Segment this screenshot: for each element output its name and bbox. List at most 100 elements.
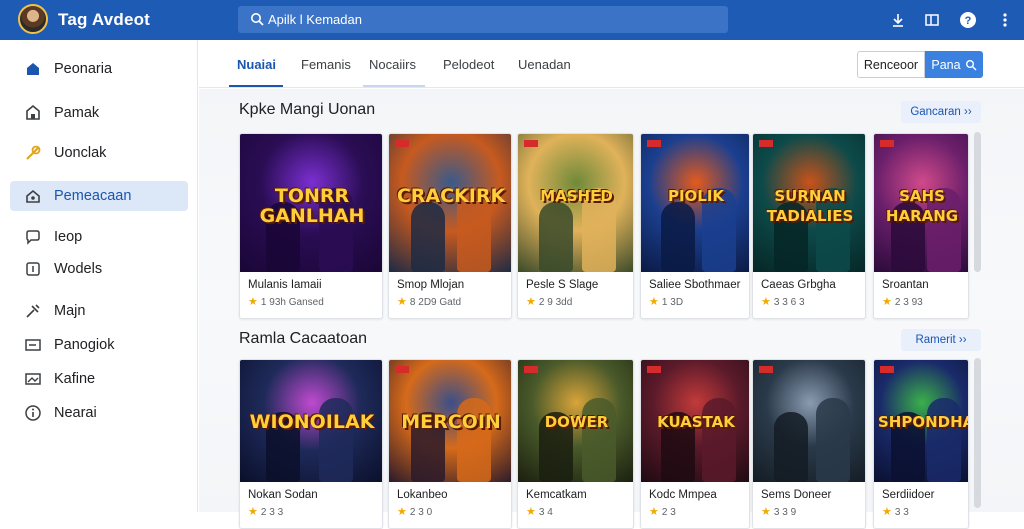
new-badge — [880, 366, 894, 373]
tab-uenadan[interactable]: Uenadan — [518, 57, 571, 72]
game-title[interactable]: Serdiidoer — [882, 489, 934, 501]
sidebar-item-panogiok[interactable]: Panogiok — [10, 330, 188, 360]
character-figure — [927, 398, 961, 482]
sidebar-item-label: Wodels — [54, 261, 103, 277]
game-thumbnail[interactable]: SHPONDHAK — [874, 360, 968, 482]
game-title[interactable]: Smop Mlojan — [397, 279, 464, 291]
help-icon[interactable]: ? — [959, 11, 977, 29]
game-card[interactable]: KUASTAK Kodc Mmpea ★ 2 3 — [640, 359, 750, 529]
new-badge — [880, 140, 894, 147]
game-logo-text: CRACKIRK — [396, 185, 506, 207]
sidebar-item-label: Majn — [54, 303, 86, 319]
star-icon: ★ — [649, 506, 662, 518]
game-card[interactable]: MERCOIN Lokanbeo ★ 2 3 0 — [388, 359, 512, 529]
see-more-link[interactable]: Gancaran ›› — [901, 101, 981, 123]
star-icon: ★ — [761, 296, 774, 308]
game-title[interactable]: Kemcatkam — [526, 489, 587, 501]
new-badge — [395, 366, 409, 373]
game-title[interactable]: Sems Doneer — [761, 489, 831, 501]
new-badge — [759, 140, 773, 147]
sidebar-item-label: Pamak — [54, 105, 100, 121]
game-card[interactable]: MASHED Pesle S Slage ★ 2 9 3dd — [517, 133, 634, 319]
game-thumbnail[interactable]: SAHS HARANG — [874, 134, 968, 272]
star-icon: ★ — [397, 296, 410, 308]
new-badge — [647, 366, 661, 373]
see-more-label: Gancaran — [910, 106, 961, 118]
star-icon: ★ — [761, 506, 774, 518]
game-card[interactable]: Sems Doneer ★ 3 3 9 — [752, 359, 866, 529]
game-thumbnail[interactable]: MASHED — [518, 134, 633, 272]
search-input[interactable] — [268, 10, 708, 29]
tab-pelodeot[interactable]: Pelodeot — [443, 57, 494, 72]
see-more-link[interactable]: Ramerit ›› — [901, 329, 981, 351]
primary-button[interactable]: Pana — [925, 51, 983, 78]
rating-value: 3 3 9 — [773, 507, 797, 518]
tools-icon — [26, 304, 40, 318]
sidebar-item-nearai[interactable]: Nearai — [10, 398, 188, 428]
game-card[interactable]: WIONOILAK Nokan Sodan ★ 2 3 3 — [239, 359, 383, 529]
rating-value: 3 3 6 3 — [773, 297, 805, 308]
search-icon — [965, 59, 977, 71]
rating-value: 2 3 3 — [260, 507, 284, 518]
avatar[interactable] — [18, 4, 48, 34]
sidebar-item-peonaria[interactable]: Peonaria — [10, 54, 188, 84]
tab-hover-indicator — [363, 85, 425, 87]
game-logo-text: SAHS HARANG — [885, 187, 959, 225]
tab-nocaiirs[interactable]: Nocaiirs — [369, 57, 416, 72]
game-card[interactable]: SURNAN TADIALIES Caeas Grbgha ★ 3 3 6 3 — [752, 133, 866, 319]
sidebar-item-kafine[interactable]: Kafine — [10, 364, 188, 394]
game-title[interactable]: Kodc Mmpea — [649, 489, 717, 501]
tab-active-indicator — [229, 85, 283, 87]
game-thumbnail[interactable]: MERCOIN — [389, 360, 511, 482]
sidebar-item-majn[interactable]: Majn — [10, 296, 188, 326]
game-title[interactable]: Lokanbeo — [397, 489, 448, 501]
window-icon[interactable] — [923, 11, 941, 29]
home-icon — [27, 63, 39, 75]
game-thumbnail[interactable]: CRACKIRK — [389, 134, 511, 272]
new-badge — [395, 140, 409, 147]
game-title[interactable]: Caeas Grbgha — [761, 279, 836, 291]
game-thumbnail[interactable]: PIOLIK — [641, 134, 749, 272]
game-thumbnail[interactable]: TONRR GANLHAH — [240, 134, 382, 272]
game-card[interactable]: SHPONDHAK Serdiidoer ★ 3 3 — [873, 359, 969, 529]
sidebar-item-wodels[interactable]: Wodels — [10, 254, 188, 284]
rating-value: 3 3 — [894, 507, 909, 518]
sidebar-item-pamak[interactable]: Pamak — [10, 98, 188, 128]
sidebar-item-pemeacaan[interactable]: Pemeacaan — [10, 181, 188, 211]
game-thumbnail[interactable]: DOWER — [518, 360, 633, 482]
game-card[interactable]: PIOLIK Saliee Sbothmaer ★ 1 3D — [640, 133, 750, 319]
scrollbar[interactable] — [974, 132, 981, 272]
sidebar-item-uonclak[interactable]: Uonclak — [10, 138, 188, 168]
rating-value: 2 3 0 — [409, 507, 433, 518]
scrollbar[interactable] — [974, 358, 981, 508]
section-title: Ramla Cacaatoan — [239, 330, 368, 347]
sidebar-item-label: Nearai — [54, 405, 97, 421]
star-icon: ★ — [882, 506, 895, 518]
game-title[interactable]: Mulanis Iamaii — [248, 279, 322, 291]
game-title[interactable]: Sroantan — [882, 279, 929, 291]
game-logo-text: TONRR GANLHAH — [259, 185, 365, 227]
game-title[interactable]: Pesle S Slage — [526, 279, 598, 291]
app-title: Tag Avdeot — [58, 10, 151, 29]
sidebar-item-label: Ieop — [54, 229, 83, 245]
top-bar: Tag Avdeot ? — [0, 0, 1024, 40]
download-icon[interactable] — [889, 11, 907, 29]
game-thumbnail[interactable]: SURNAN TADIALIES — [753, 134, 865, 272]
sidebar-item-ieop[interactable]: Ieop — [10, 222, 188, 252]
game-card[interactable]: DOWER Kemcatkam ★ 3 4 — [517, 359, 634, 529]
character-figure — [539, 202, 573, 272]
game-thumbnail[interactable]: WIONOILAK — [240, 360, 382, 482]
character-figure — [702, 398, 736, 482]
search-box[interactable] — [238, 6, 728, 33]
more-vert-icon[interactable] — [996, 11, 1014, 29]
game-thumbnail[interactable]: KUASTAK — [641, 360, 749, 482]
game-title[interactable]: Nokan Sodan — [248, 489, 318, 501]
tab-nuaiai[interactable]: Nuaiai — [237, 57, 276, 72]
tab-femanis[interactable]: Femanis — [301, 57, 351, 72]
game-card[interactable]: TONRR GANLHAH Mulanis Iamaii ★ 1 93h Ganse… — [239, 133, 383, 319]
game-thumbnail[interactable] — [753, 360, 865, 482]
game-card[interactable]: SAHS HARANG Sroantan ★ 2 3 93 — [873, 133, 969, 319]
game-card[interactable]: CRACKIRK Smop Mlojan ★ 8 2D9 Gatd — [388, 133, 512, 319]
outline-button[interactable]: Renceoor — [857, 51, 925, 78]
game-title[interactable]: Saliee Sbothmaer — [649, 279, 740, 291]
